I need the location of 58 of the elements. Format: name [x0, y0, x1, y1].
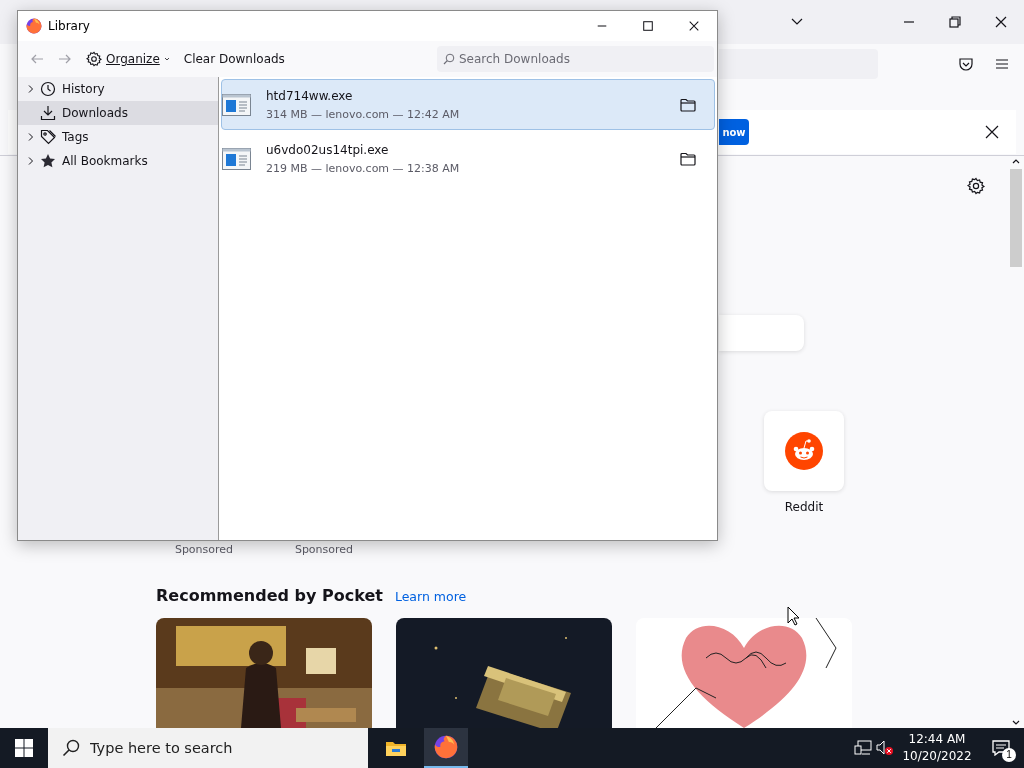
settings-icon[interactable] [967, 177, 985, 195]
file-details: 314 MB — lenovo.com — 12:42 AM [266, 107, 461, 121]
executable-file-icon [222, 93, 251, 116]
download-item[interactable]: htd714ww.exe 314 MB — lenovo.com — 12:42 AM [221, 79, 715, 130]
executable-file-icon [222, 147, 251, 170]
mouse-cursor-icon [787, 606, 801, 626]
taskbar-search-field[interactable]: Type here to search [48, 728, 368, 768]
sponsored-label: Sponsored [294, 543, 354, 557]
folder-icon [385, 739, 407, 757]
section-title: Recommended by Pocket [156, 586, 383, 605]
clock-time[interactable]: 12:44 AM [908, 731, 966, 748]
clock-date[interactable]: 10/20/2022 [902, 748, 972, 765]
network-icon [854, 740, 872, 756]
site-tile[interactable] [764, 411, 844, 491]
file-name: u6vdo02us14tpi.exe [266, 142, 390, 157]
close-icon [688, 20, 700, 32]
tag-icon [40, 129, 56, 145]
notifications-button[interactable]: 1 [978, 728, 1024, 768]
caret-icon [163, 57, 170, 61]
folder-icon [680, 97, 696, 112]
download-item[interactable]: u6vdo02us14tpi.exe 219 MB — lenovo.com — 12:38 AM [221, 133, 715, 184]
learn-more-link[interactable]: Learn more [394, 589, 467, 604]
windows-logo-icon [15, 739, 33, 757]
restore-icon [948, 15, 962, 29]
sponsored-label: Sponsored [174, 543, 234, 557]
notification-count: 1 [1002, 748, 1016, 762]
sidebar-item[interactable]: Tags [18, 125, 218, 149]
alien-mascot-icon [785, 432, 823, 470]
scrollbar-thumb[interactable] [1010, 169, 1022, 267]
sidebar-item[interactable]: All Bookmarks [18, 149, 218, 173]
star-icon [40, 153, 56, 169]
clock-icon [40, 81, 56, 97]
chevron-right-icon[interactable] [26, 84, 36, 94]
close-icon [984, 124, 1000, 140]
maximize-icon [642, 20, 654, 32]
pocket-icon [958, 56, 974, 72]
notification-button[interactable]: now [719, 119, 749, 145]
search-field[interactable]: Search Downloads [437, 46, 714, 72]
chevron-right-icon[interactable] [26, 156, 36, 166]
settings-icon [86, 51, 102, 67]
folder-icon [680, 151, 696, 166]
file-details: 219 MB — lenovo.com — 12:38 AM [266, 161, 461, 175]
menu-icon [994, 56, 1010, 72]
browser-icon [26, 18, 42, 34]
firefox-button[interactable] [424, 728, 468, 768]
muted-speaker-icon [876, 740, 894, 756]
sidebar-item[interactable]: History [18, 77, 218, 101]
download-icon [40, 105, 56, 121]
browser-icon [434, 735, 458, 759]
chat-bubble-icon [992, 740, 1010, 756]
organize-menu-button[interactable]: Organize [82, 46, 174, 72]
file-name: htd714ww.exe [266, 88, 354, 103]
site-label: Reddit [784, 500, 824, 514]
close-icon [994, 15, 1008, 29]
chevron-right-icon[interactable] [26, 132, 36, 142]
window-title: Library [48, 19, 90, 33]
clear-downloads-button[interactable]: Clear Downloads [179, 46, 289, 72]
sidebar-item[interactable]: Downloads [18, 101, 218, 125]
